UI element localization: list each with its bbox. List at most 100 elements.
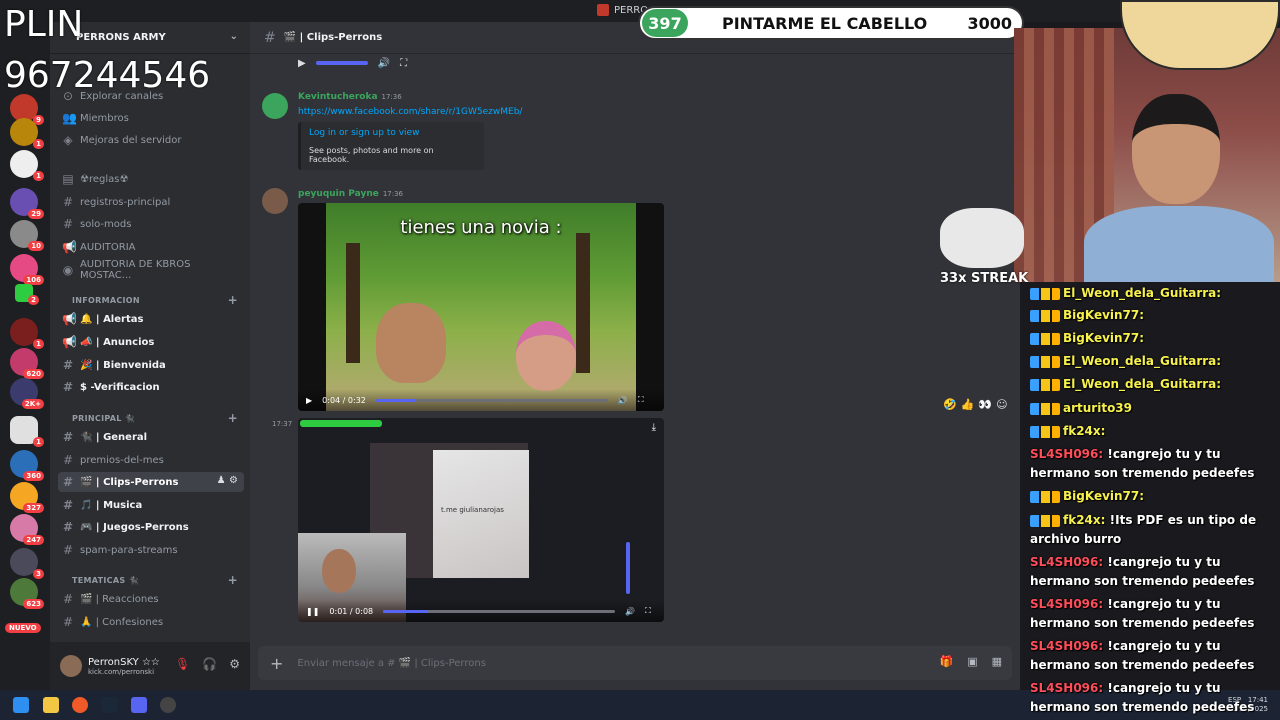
server-boost-item[interactable]: ◈ Mejoras del servidor [58,130,244,150]
embed-title[interactable]: Log in or sign up to view [309,128,476,138]
download-icon[interactable]: ⤓ [652,422,656,433]
channel-reglas[interactable]: ▤ ☢reglas☢ [58,169,244,189]
video-player[interactable]: tienes una novia : ▶ 0:04 / 0:32 🔊 ⛶ [298,203,664,411]
gift-icon[interactable]: 🎁 [939,655,953,668]
unread-badge: 247 [23,535,44,545]
channel-auditoria[interactable]: 📢 AUDITORIA [58,237,244,257]
reaction-emoji[interactable]: 👀 [978,398,992,411]
server-icon[interactable]: 327 [10,482,44,513]
reaction-emoji[interactable]: 🤣 [943,398,957,411]
channel-label: 🔔 | Alertas [80,313,144,325]
channel-label: 🙏 | Confesiones [80,616,164,628]
server-icon[interactable]: 10 [10,220,44,251]
speaker-icon[interactable]: 🔊 [625,607,635,616]
speaker-icon[interactable]: 🔊 [618,396,628,405]
add-channel-icon[interactable]: + [228,293,238,307]
server-icon[interactable]: 106 [10,254,44,285]
video-controls: ❚❚ 0:01 / 0:08 🔊 ⛶ [298,600,664,622]
obs-icon[interactable] [160,697,176,713]
members-item[interactable]: 👥 Miembros [58,108,244,128]
seek-bar[interactable] [383,609,616,613]
message-author[interactable]: peyuquin Payne 17:36 [298,189,403,199]
sticker-icon[interactable]: ▦ [992,655,1002,668]
server-icon[interactable]: 247 [10,514,44,545]
unread-badge: 2 [28,295,39,305]
server-icon[interactable]: 620 [10,348,44,379]
channel-juegos[interactable]: # 🎮 | Juegos-Perrons [58,517,244,537]
server-icon[interactable]: 623 [10,578,44,609]
avatar[interactable] [262,93,288,119]
channel-spam[interactable]: # spam-para-streams [58,540,244,560]
channel-solo-mods[interactable]: # solo-mods [58,214,244,234]
channel-label: 🎬 | Clips-Perrons [80,476,179,488]
unread-badge: 1 [33,437,44,447]
discord-icon[interactable] [131,697,147,713]
server-icon[interactable]: 2 [15,284,39,305]
server-icon[interactable]: 1 [10,118,44,149]
channel-verificacion[interactable]: # $ -Verificacion [58,377,244,397]
server-icon[interactable]: 360 [10,450,44,481]
play-icon[interactable]: ▶ [298,58,306,69]
steam-icon[interactable] [101,697,117,713]
headphones-icon[interactable]: 🎧 [202,657,217,671]
windows-start-icon[interactable] [13,697,29,713]
message-time: 17:37 [272,420,293,428]
video-player[interactable]: t.me giulianarojas ⤓ ❚❚ 0:01 / 0:08 🔊 ⛶ [298,418,664,622]
tree [576,233,590,373]
server-icon[interactable]: 29 [10,188,44,219]
channel-bienvenida[interactable]: # 🎉 | Bienvenida [58,355,244,375]
server-icon[interactable]: 1 [10,150,44,181]
reaction-emoji[interactable]: ☺ [996,398,1007,411]
message-composer[interactable]: + Enviar mensaje a # 🎬 | Clips-Perrons 🎁… [258,646,1012,680]
server-icon[interactable]: 2K+ [10,378,44,409]
file-explorer-icon[interactable] [43,697,59,713]
seek-bar[interactable] [375,398,608,402]
channel-general[interactable]: # 🐈‍⬛ | General [58,427,244,447]
hash-icon: # [62,217,74,231]
play-icon[interactable]: ▶ [306,396,312,405]
pause-icon[interactable]: ❚❚ [306,607,319,616]
reaction-emoji[interactable]: 👍 [961,398,975,411]
fullscreen-icon[interactable]: ⛶ [400,58,407,69]
avatar[interactable] [262,188,288,214]
volume-slider[interactable] [315,61,368,65]
message-link[interactable]: https://www.facebook.com/share/r/1GW5ezw… [298,107,522,117]
speaker-icon[interactable]: 🔊 [378,58,390,69]
server-icon[interactable]: 1 [10,318,44,349]
channel-settings-icon[interactable]: ♟ ⚙ [217,475,238,486]
avatar[interactable] [60,655,82,677]
channel-confesiones[interactable]: # 🙏 | Confesiones [58,612,244,632]
face [322,549,356,593]
channel-clips-perrons[interactable]: # 🎬 | Clips-Perrons ♟ ⚙ [58,472,244,492]
seek-progress [383,609,429,613]
category-informacion[interactable]: INFORMACION + [58,292,244,308]
add-attachment-icon[interactable]: + [270,654,283,673]
chat-user: El_Weon_dela_Guitarra: [1063,377,1222,391]
hash-icon: # [62,358,74,372]
category-principal[interactable]: PRINCIPAL 🐈‍⬛ + [58,410,244,426]
channel-alertas[interactable]: 📢 🔔 | Alertas [58,309,244,329]
channel-anuncios[interactable]: 📢 📣 | Anuncios [58,332,244,352]
channel-reacciones[interactable]: # 🎬 | Reacciones [58,589,244,609]
channel-premios[interactable]: # premios-del-mes [58,450,244,470]
volume-popup[interactable] [626,542,630,594]
firefox-icon[interactable] [72,697,88,713]
unread-badge: 29 [28,209,44,219]
category-tematicas[interactable]: TEMATICAS 🐈‍⬛ + [58,572,244,588]
channel-musica[interactable]: # 🎵 | Musica [58,495,244,515]
server-icon[interactable]: 3 [10,548,44,579]
add-channel-icon[interactable]: + [228,573,238,587]
channel-registros[interactable]: # registros-principal [58,192,244,212]
channel-auditoria-kbros[interactable]: ◉ AUDITORIA DE KBROS MOSTAC... [58,259,244,281]
video-time: 0:01 / 0:08 [329,606,374,616]
gear-icon[interactable]: ⚙ [229,657,240,671]
server-icon[interactable]: 1 [10,416,44,447]
add-channel-icon[interactable]: + [228,411,238,425]
goal-target: 3000 [967,14,1012,33]
mic-muted-icon[interactable]: 🎙 [175,657,190,671]
hash-icon: # [62,592,74,606]
gif-icon[interactable]: ▣ [967,655,977,668]
message-author[interactable]: Kevintucheroka 17:36 [298,92,402,102]
fullscreen-icon[interactable]: ⛶ [645,606,651,616]
fullscreen-icon[interactable]: ⛶ [638,395,644,405]
